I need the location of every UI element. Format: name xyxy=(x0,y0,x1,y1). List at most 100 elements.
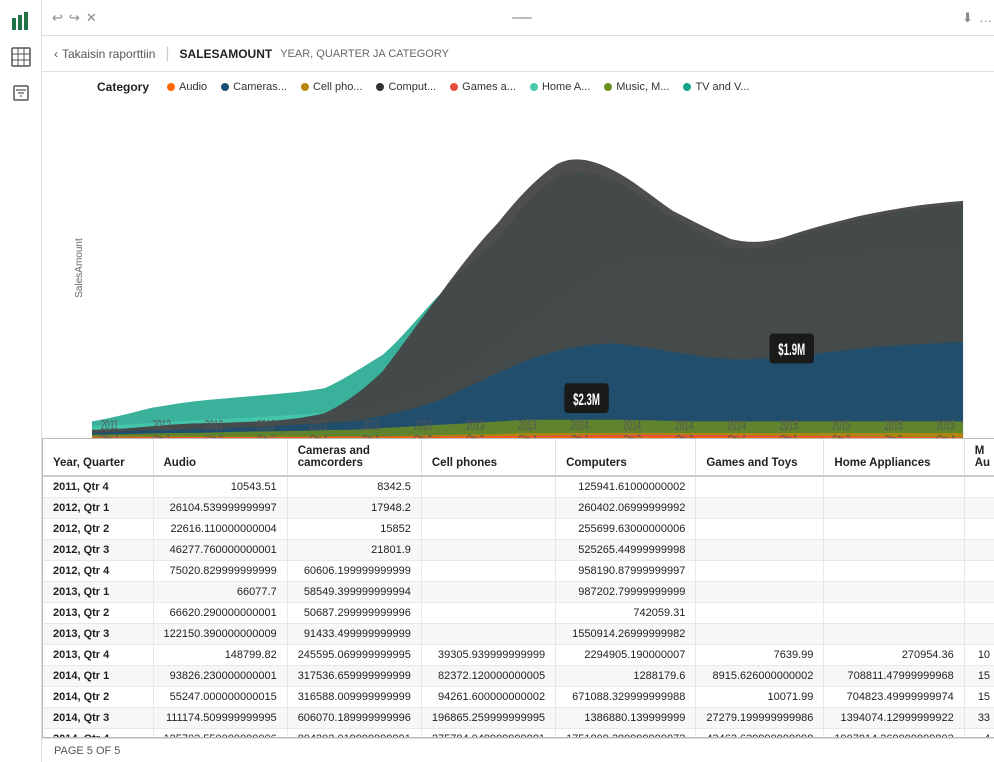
col-cameras: Cameras andcamcorders xyxy=(287,439,421,476)
legend-text-audio: Audio xyxy=(179,81,207,93)
page-indicator: PAGE 5 OF 5 xyxy=(54,745,120,757)
legend-item-home[interactable]: Home A... xyxy=(530,81,590,93)
legend-dot-music xyxy=(604,83,612,91)
legend-dot-games xyxy=(450,83,458,91)
more-icon[interactable]: … xyxy=(979,10,992,26)
svg-text:2012: 2012 xyxy=(153,419,171,434)
legend-item-cell[interactable]: Cell pho... xyxy=(301,81,363,93)
legend-dot-tv xyxy=(683,83,691,91)
svg-text:2012: 2012 xyxy=(257,419,275,434)
table-row: 2013, Qtr 4148799.82245595.0699999999953… xyxy=(43,645,994,666)
table-row: 2013, Qtr 3122150.39000000000991433.4999… xyxy=(43,624,994,645)
back-label: Takaisin raporttiin xyxy=(62,47,155,61)
svg-text:2012: 2012 xyxy=(205,419,223,434)
svg-text:2011: 2011 xyxy=(101,419,119,434)
table-row: 2014, Qtr 193826.230000000001317536.6599… xyxy=(43,666,994,687)
svg-text:Qtr 1: Qtr 1 xyxy=(362,434,380,438)
breadcrumb-bar: ‹ Takaisin raporttiin | SALESAMOUNT YEAR… xyxy=(42,36,994,72)
breadcrumb-subtitle: YEAR, QUARTER JA CATEGORY xyxy=(280,48,449,60)
legend-dot-audio xyxy=(167,83,175,91)
svg-text:2015: 2015 xyxy=(884,419,902,434)
svg-text:2012: 2012 xyxy=(309,419,327,434)
close-topbar-icon[interactable]: ✕ xyxy=(86,10,97,26)
legend-item-cameras[interactable]: Cameras... xyxy=(221,81,287,93)
svg-text:Qtr 3: Qtr 3 xyxy=(884,434,902,438)
svg-text:2015: 2015 xyxy=(936,419,954,434)
legend-label: Category xyxy=(97,80,149,94)
table-body: 2011, Qtr 410543.518342.5125941.61000000… xyxy=(43,476,994,738)
chart-svg: $2.3M $1.9M 2011Qtr 4 2012Qtr 1 2012Qtr … xyxy=(92,98,992,438)
topbar-divider xyxy=(512,17,532,19)
svg-text:Qtr 3: Qtr 3 xyxy=(466,434,484,438)
svg-text:2015: 2015 xyxy=(780,419,798,434)
svg-text:2013: 2013 xyxy=(362,419,380,434)
legend-item-audio[interactable]: Audio xyxy=(167,81,207,93)
col-games: Games and Toys xyxy=(696,439,824,476)
redo-icon[interactable]: ↪ xyxy=(69,10,80,26)
table-row: 2011, Qtr 410543.518342.5125941.61000000… xyxy=(43,476,994,498)
back-button[interactable]: ‹ Takaisin raporttiin xyxy=(54,47,155,61)
download-icon[interactable]: ⬇ xyxy=(962,10,973,26)
svg-text:Qtr 2: Qtr 2 xyxy=(414,434,432,438)
table-row: 2012, Qtr 222616.11000000000415852255699… xyxy=(43,519,994,540)
legend-item-games[interactable]: Games a... xyxy=(450,81,516,93)
svg-text:2015: 2015 xyxy=(832,419,850,434)
annotation-1-9m: $1.9M xyxy=(769,334,814,364)
table-row: 2012, Qtr 126104.53999999999717948.22604… xyxy=(43,498,994,519)
svg-text:2014: 2014 xyxy=(571,419,590,434)
legend-item-music[interactable]: Music, M... xyxy=(604,81,669,93)
table-row: 2014, Qtr 4125702.550000000006804202.019… xyxy=(43,729,994,739)
topbar-right-controls: ⬇ … xyxy=(962,10,992,26)
legend-item-tv[interactable]: TV and V... xyxy=(683,81,749,93)
table-row: 2012, Qtr 346277.76000000000121801.95252… xyxy=(43,540,994,561)
svg-text:Qtr 4: Qtr 4 xyxy=(518,434,537,438)
svg-text:Qtr 4: Qtr 4 xyxy=(309,434,328,438)
legend-text-games: Games a... xyxy=(462,81,516,93)
category-legend: Category Audio Cameras... Cell pho... Co… xyxy=(42,72,994,98)
sidebar xyxy=(0,0,42,762)
legend-item-computers[interactable]: Comput... xyxy=(376,81,436,93)
legend-text-cell: Cell pho... xyxy=(313,81,363,93)
svg-text:2014: 2014 xyxy=(727,419,746,434)
col-home: Home Appliances xyxy=(824,439,964,476)
legend-dot-computers xyxy=(376,83,384,91)
legend-dot-cell xyxy=(301,83,309,91)
undo-icon[interactable]: ↩ xyxy=(52,10,63,26)
legend-text-computers: Comput... xyxy=(388,81,436,93)
svg-text:$1.9M: $1.9M xyxy=(778,340,805,358)
legend-text-tv: TV and V... xyxy=(695,81,749,93)
table-sidebar-icon[interactable] xyxy=(8,44,34,70)
svg-text:Qtr 1: Qtr 1 xyxy=(571,434,589,438)
table-row: 2014, Qtr 3111174.509999999995606070.189… xyxy=(43,708,994,729)
svg-text:2013: 2013 xyxy=(414,419,432,434)
chart-sidebar-icon[interactable] xyxy=(8,8,34,34)
svg-text:Qtr 3: Qtr 3 xyxy=(257,434,275,438)
topbar-left-controls: ↩ ↪ ✕ xyxy=(52,10,97,26)
col-cell-phones: Cell phones xyxy=(421,439,555,476)
table-row: 2013, Qtr 266620.29000000000150687.29999… xyxy=(43,603,994,624)
main-content: ↩ ↪ ✕ ⬇ … ‹ Takaisin raporttiin | SALESA… xyxy=(42,0,994,762)
y-axis-label: SalesAmount xyxy=(74,238,85,297)
svg-text:2013: 2013 xyxy=(518,419,536,434)
chart-area[interactable]: SalesAmount $2.3M xyxy=(42,98,994,438)
col-computers: Computers xyxy=(556,439,696,476)
svg-text:2014: 2014 xyxy=(675,419,694,434)
svg-text:Qtr 1: Qtr 1 xyxy=(780,434,798,438)
status-bar: PAGE 5 OF 5 xyxy=(42,738,994,762)
data-table[interactable]: Year, Quarter Audio Cameras andcamcorder… xyxy=(42,438,994,738)
breadcrumb-separator: | xyxy=(165,45,169,63)
svg-text:2013: 2013 xyxy=(466,419,484,434)
table-row: 2013, Qtr 166077.758549.3999999999949872… xyxy=(43,582,994,603)
table-row: 2014, Qtr 255247.000000000015316588.0099… xyxy=(43,687,994,708)
legend-text-music: Music, M... xyxy=(616,81,669,93)
svg-text:Qtr 2: Qtr 2 xyxy=(623,434,641,438)
svg-text:$2.3M: $2.3M xyxy=(573,390,600,408)
svg-text:Qtr 2: Qtr 2 xyxy=(205,434,223,438)
back-chevron-icon: ‹ xyxy=(54,47,58,61)
svg-text:Qtr 1: Qtr 1 xyxy=(153,434,171,438)
svg-text:2014: 2014 xyxy=(623,419,642,434)
svg-text:Qtr 4: Qtr 4 xyxy=(100,434,119,438)
filter-sidebar-icon[interactable] xyxy=(8,80,34,106)
col-music-abbr: MAu xyxy=(964,439,994,476)
legend-dot-home xyxy=(530,83,538,91)
